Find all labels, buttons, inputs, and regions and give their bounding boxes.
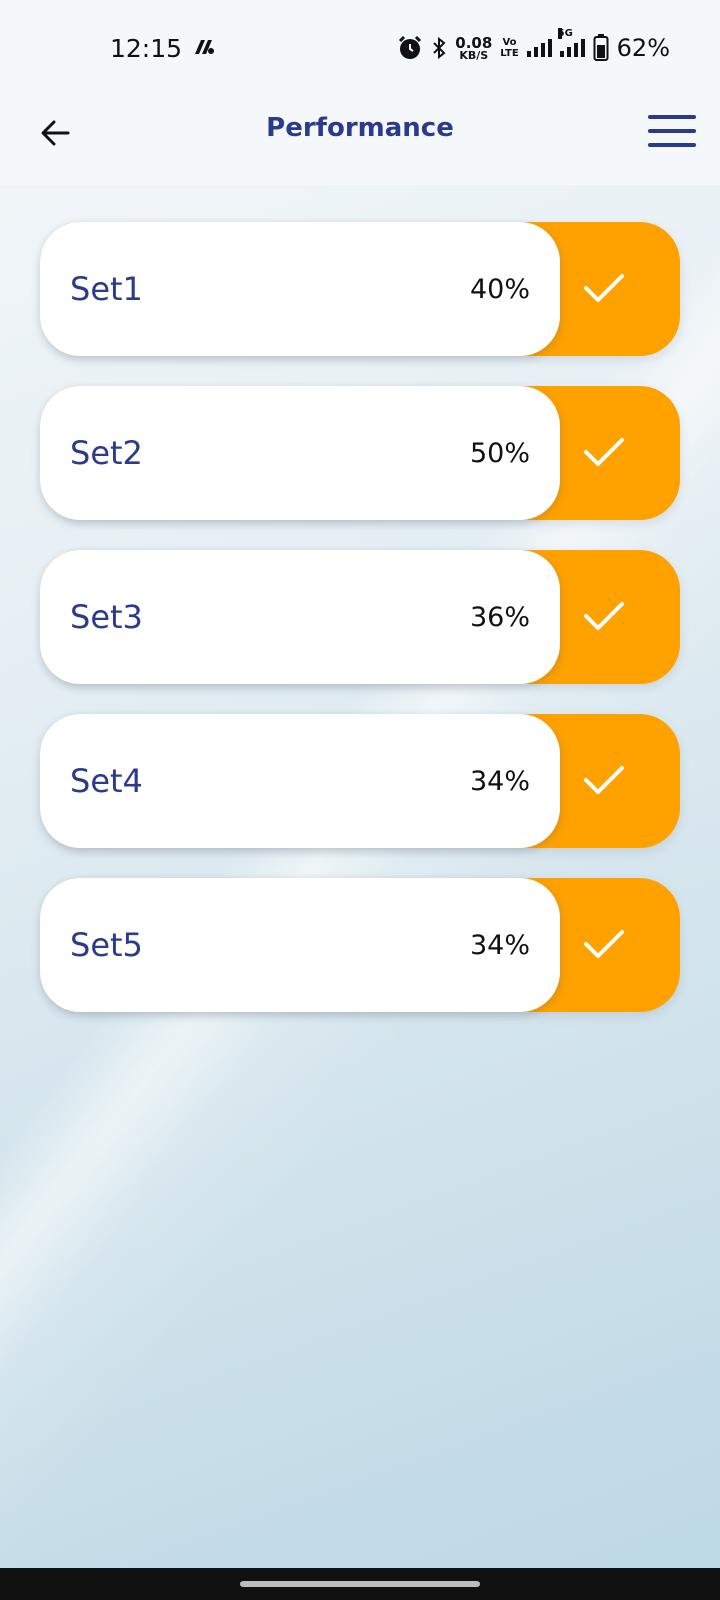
app-notification-icon: [195, 40, 214, 54]
set-card[interactable]: Set2 50%: [40, 386, 560, 520]
set-row[interactable]: Set3 36%: [40, 550, 680, 684]
page-title: Performance: [266, 113, 454, 143]
status-icons: 0.08 KB/S Vo LTE 5G 62%: [397, 28, 670, 64]
check-icon[interactable]: [580, 266, 628, 310]
set-row[interactable]: Set5 34%: [40, 878, 680, 1012]
set-name: Set1: [70, 270, 143, 308]
set-percent: 34%: [469, 930, 530, 961]
set-row[interactable]: Set1 40%: [40, 222, 680, 356]
set-percent: 34%: [469, 766, 530, 797]
set-name: Set5: [70, 926, 143, 964]
set-card[interactable]: Set3 36%: [40, 550, 560, 684]
set-percent: 40%: [469, 274, 530, 305]
alarm-icon: [399, 35, 422, 59]
set-percent: 50%: [469, 438, 530, 469]
battery-percent: 62%: [616, 34, 670, 62]
check-icon[interactable]: [580, 758, 628, 802]
system-nav-bar: [0, 1568, 720, 1600]
status-time: 12:15: [110, 34, 183, 63]
volte-indicator: Vo LTE: [500, 37, 519, 59]
set-row[interactable]: Set4 34%: [40, 714, 680, 848]
set-name: Set2: [70, 434, 143, 472]
set-card[interactable]: Set1 40%: [40, 222, 560, 356]
battery-icon: [593, 34, 609, 61]
net-speed: 0.08 KB/S: [455, 33, 493, 62]
signal-icon: [526, 39, 552, 57]
check-icon[interactable]: [580, 922, 628, 966]
set-card[interactable]: Set4 34%: [40, 714, 560, 848]
set-card[interactable]: Set5 34%: [40, 878, 560, 1012]
bluetooth-icon: [433, 36, 446, 60]
set-list: Set1 40% Set2 50% Set3 36% Set4 34% Set5…: [40, 222, 680, 1042]
check-icon[interactable]: [580, 594, 628, 638]
set-percent: 36%: [469, 602, 530, 633]
set-row[interactable]: Set2 50%: [40, 386, 680, 520]
home-indicator[interactable]: [240, 1581, 480, 1587]
set-name: Set4: [70, 762, 143, 800]
app-header: Performance: [0, 95, 720, 185]
check-icon[interactable]: [580, 430, 628, 474]
set-name: Set3: [70, 598, 143, 636]
status-bar: 12:15 0.08 KB/S Vo LTE 5G 62%: [0, 0, 720, 95]
hamburger-menu-icon[interactable]: [648, 115, 696, 151]
signal-5g-icon: 5G: [557, 28, 585, 57]
